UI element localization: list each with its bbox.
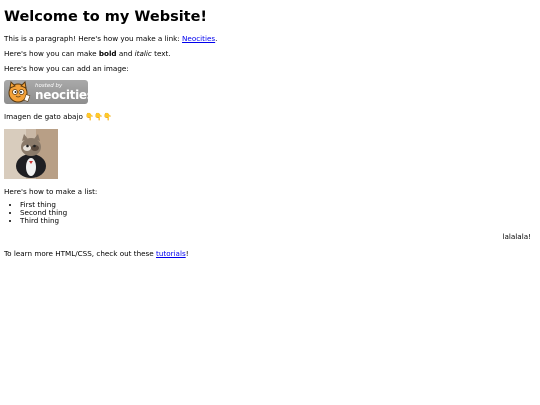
list-item: Second thing (20, 209, 536, 217)
page-content: Welcome to my Website! This is a paragra… (0, 0, 540, 258)
neocities-link[interactable]: Neocities (182, 34, 215, 43)
tutorials-link[interactable]: tutorials (156, 249, 186, 258)
italic-text: italic (134, 49, 152, 58)
cat-photo (4, 129, 58, 179)
cat-caption: Imagen de gato abajo 👇👇👇 (4, 112, 112, 121)
list-item: First thing (20, 201, 536, 209)
page-title: Welcome to my Website! (4, 9, 208, 25)
right-aligned-text: lalalala! (502, 232, 532, 241)
list-item: Third thing (20, 217, 536, 225)
badge-neocities-text: neocities (35, 88, 88, 102)
neocities-cat-icon (8, 81, 31, 103)
footer-paragraph: To learn more HTML/CSS, check out these … (4, 249, 189, 258)
intro-paragraph: This is a paragraph! Here's how you make… (4, 34, 218, 43)
image-intro-text: Here's how you can add an image: (4, 64, 129, 73)
hosted-by-neocities-badge[interactable]: hosted by neocities (4, 80, 88, 104)
bold-text: bold (98, 49, 117, 58)
format-paragraph: Here's how you can make bold and italic … (4, 49, 171, 58)
example-list: First thing Second thing Third thing (4, 201, 536, 225)
list-intro-text: Here's how to make a list: (4, 187, 98, 196)
